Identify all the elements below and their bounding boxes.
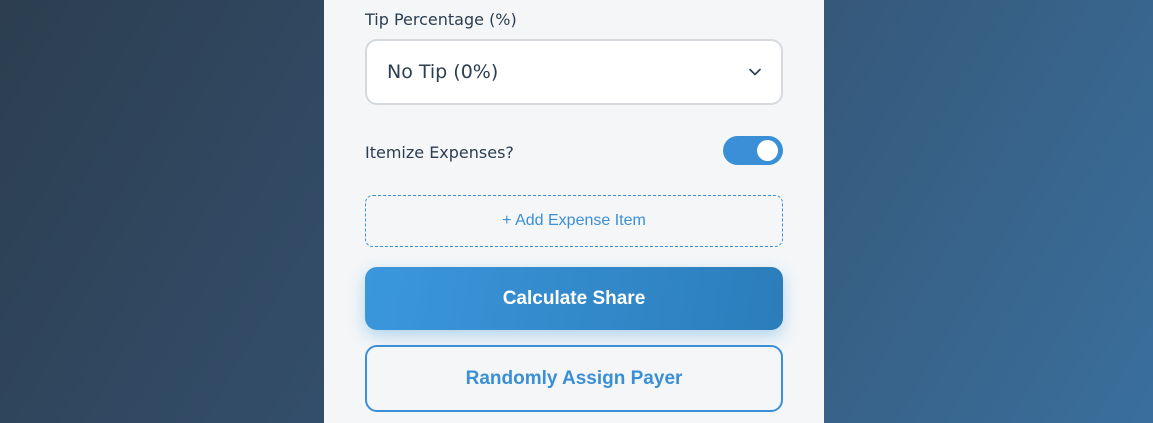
- randomly-assign-payer-button[interactable]: Randomly Assign Payer: [365, 345, 783, 412]
- add-expense-item-button[interactable]: + Add Expense Item: [365, 195, 783, 247]
- toggle-knob: [757, 140, 778, 161]
- tip-percentage-label: Tip Percentage (%): [365, 10, 517, 29]
- tip-percentage-select[interactable]: No Tip (0%): [365, 39, 783, 105]
- calculate-share-button[interactable]: Calculate Share: [365, 267, 783, 330]
- itemize-expenses-toggle[interactable]: [723, 136, 783, 165]
- form-panel: Tip Percentage (%) No Tip (0%) Itemize E…: [324, 0, 824, 423]
- itemize-expenses-label: Itemize Expenses?: [365, 143, 514, 162]
- chevron-down-icon: [749, 68, 761, 76]
- tip-selected-value: No Tip (0%): [387, 61, 499, 83]
